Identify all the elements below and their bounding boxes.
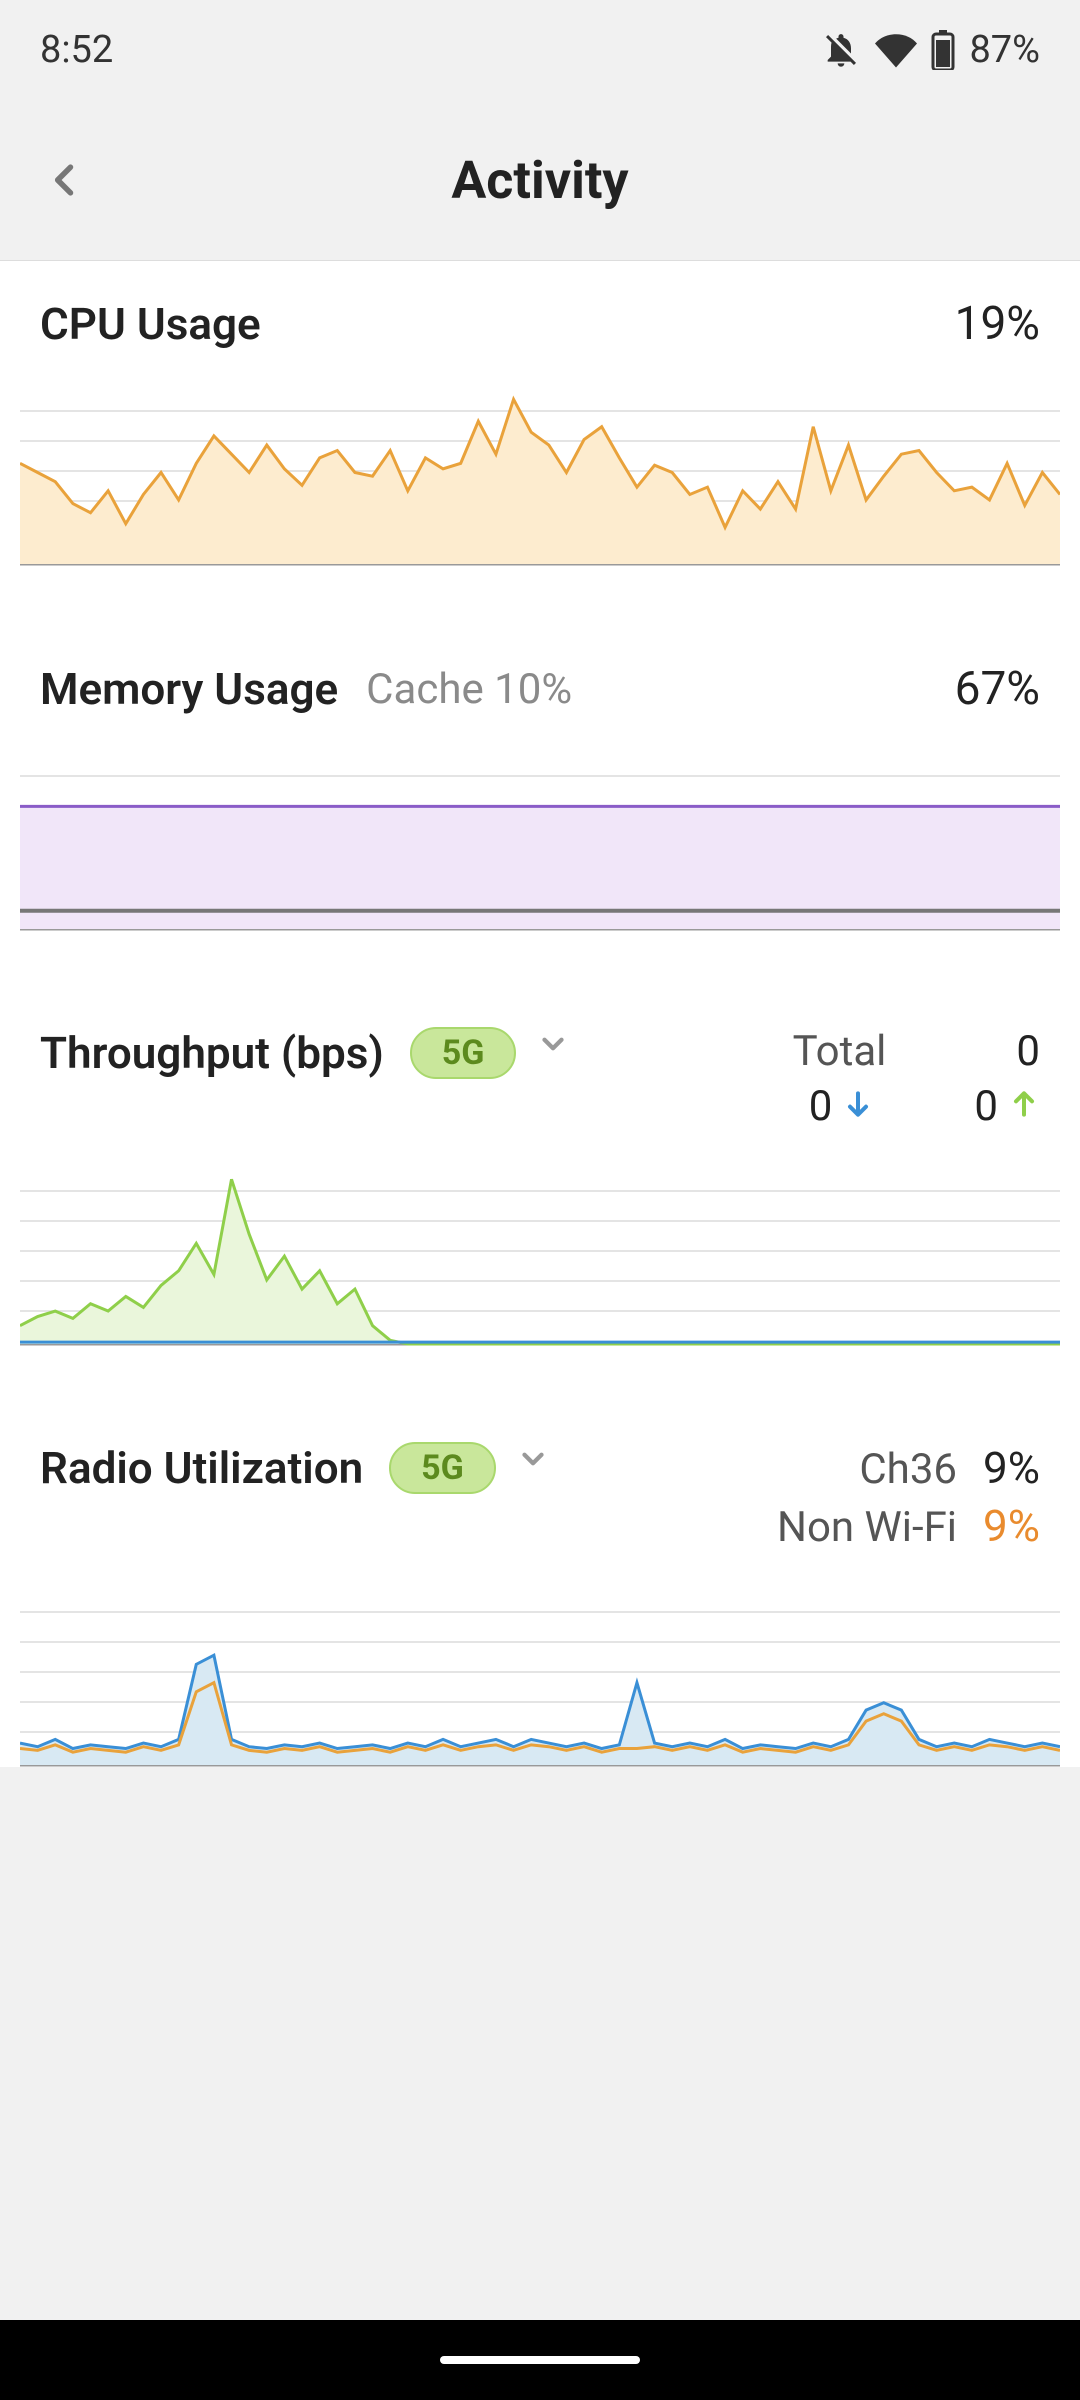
memory-cache-label: Cache 10% <box>366 665 572 714</box>
wifi-icon <box>875 29 917 71</box>
chevron-left-icon <box>43 158 87 202</box>
chevron-down-icon[interactable] <box>536 1027 570 1065</box>
activity-content: CPU Usage 19% Memory Usage Cache 10% 67%… <box>0 260 1080 1767</box>
radio-band-selector[interactable]: 5G <box>389 1442 496 1494</box>
memory-value: 67% <box>955 662 1040 716</box>
status-battery-text: 87% <box>969 28 1040 72</box>
radio-chart <box>0 1582 1080 1767</box>
page-title: Activity <box>451 150 628 211</box>
radio-nonwifi-value: 9% <box>983 1500 1040 1552</box>
throughput-label: Throughput (bps) <box>40 1027 384 1079</box>
throughput-band-selector[interactable]: 5G <box>410 1027 517 1079</box>
home-indicator[interactable] <box>440 2356 640 2364</box>
empty-space <box>0 1797 1080 2327</box>
system-nav-bar <box>0 2320 1080 2400</box>
radio-ch-label: Ch36 <box>859 1445 957 1494</box>
app-header: Activity <box>0 100 1080 260</box>
throughput-up-value: 0 <box>974 1082 998 1131</box>
memory-label: Memory Usage <box>40 663 338 715</box>
radio-section: Radio Utilization 5G Ch36 9% Non Wi-Fi 9… <box>0 1406 1080 1767</box>
arrow-down-icon <box>842 1082 874 1131</box>
dnd-off-icon <box>821 30 861 70</box>
throughput-section: Throughput (bps) 5G Total 0 0 <box>0 991 1080 1346</box>
cpu-value: 19% <box>955 297 1040 351</box>
radio-label: Radio Utilization <box>40 1442 363 1494</box>
throughput-down-value: 0 <box>809 1082 833 1131</box>
cpu-section: CPU Usage 19% <box>0 261 1080 566</box>
status-right: 87% <box>821 28 1040 72</box>
throughput-total-value: 0 <box>1016 1027 1040 1076</box>
chevron-down-icon[interactable] <box>516 1442 550 1480</box>
arrow-up-icon <box>1008 1082 1040 1131</box>
cpu-chart <box>0 381 1080 566</box>
battery-icon <box>931 30 955 70</box>
throughput-chart <box>0 1161 1080 1346</box>
status-bar: 8:52 87% <box>0 0 1080 100</box>
cpu-label: CPU Usage <box>40 298 261 350</box>
radio-nonwifi-label: Non Wi-Fi <box>777 1503 957 1552</box>
status-time: 8:52 <box>40 28 113 72</box>
memory-chart <box>0 746 1080 931</box>
throughput-total-label: Total <box>793 1027 887 1076</box>
radio-ch-value: 9% <box>983 1442 1040 1494</box>
memory-section: Memory Usage Cache 10% 67% <box>0 626 1080 931</box>
back-button[interactable] <box>30 145 100 215</box>
